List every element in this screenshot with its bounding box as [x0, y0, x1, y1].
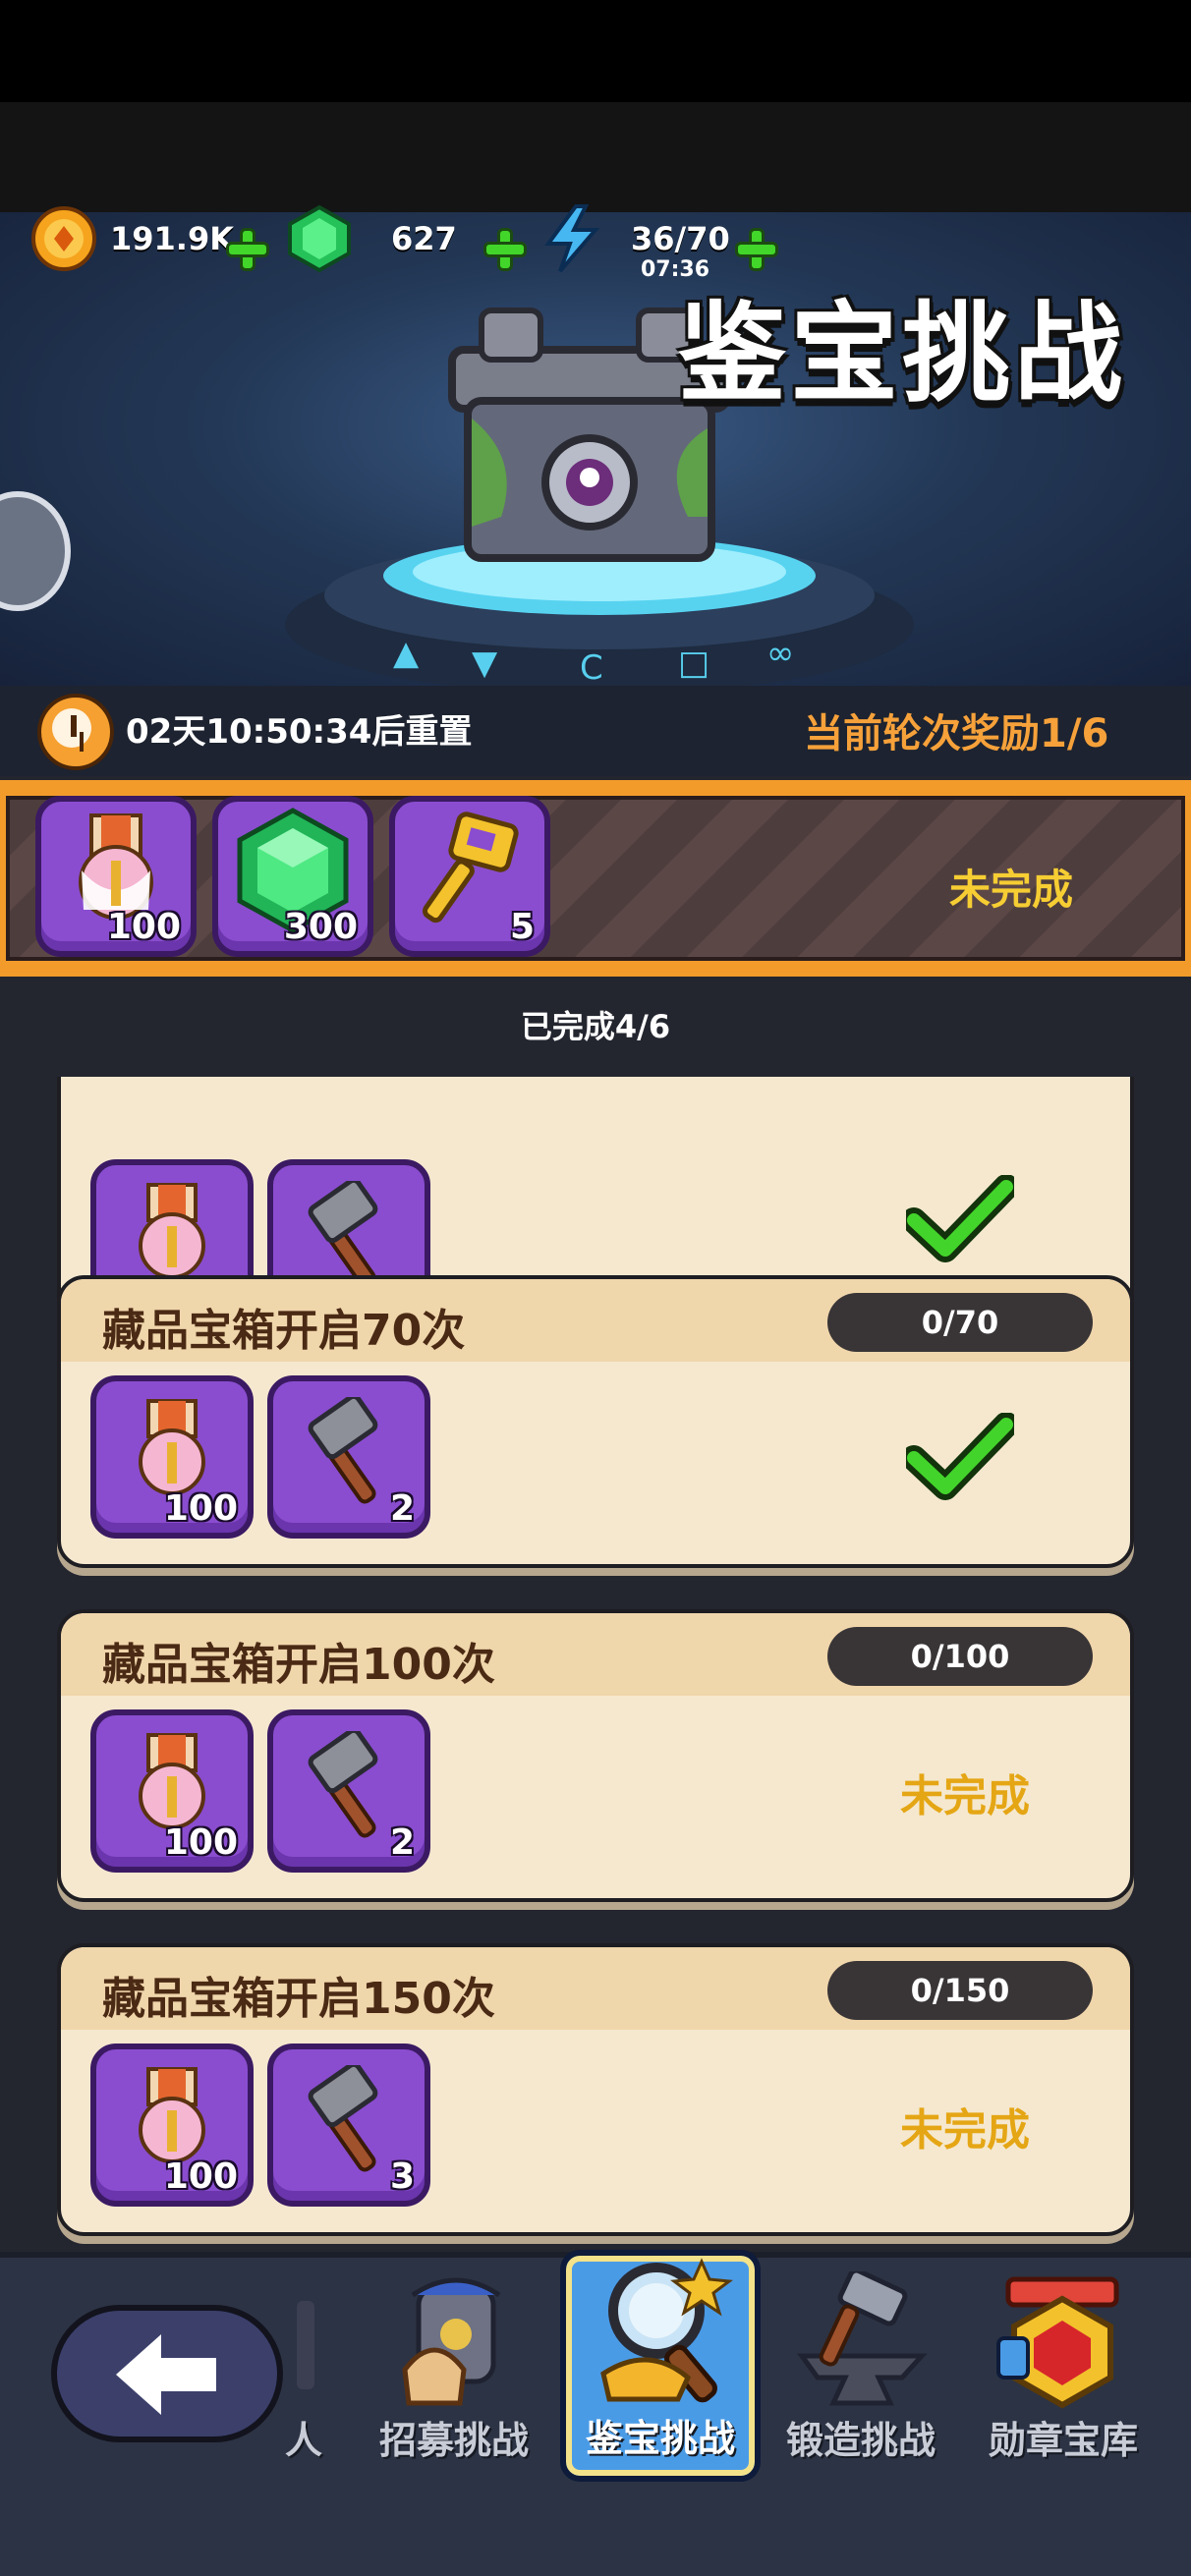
reward-qty: 100 [163, 1822, 238, 1863]
nav-tab-medal-vault[interactable]: 勋章宝库 [965, 2262, 1162, 2478]
status-bar [0, 0, 1191, 102]
side-scroll-button[interactable] [0, 491, 71, 611]
gold-amount: 191.9K [110, 220, 235, 257]
gem-counter[interactable]: 627 [287, 204, 457, 273]
reward-qty: 5 [509, 907, 535, 947]
quest-progress-pill: 0/150 [827, 1961, 1093, 2020]
lightning-energy-icon [544, 204, 600, 273]
svg-text:C: C [580, 648, 603, 686]
nav-tab-forge[interactable]: 锻造挑战 [763, 2262, 959, 2478]
quest-progress-pill: 0/70 [827, 1293, 1093, 1352]
round-status: 未完成 [949, 866, 1074, 914]
nav-label: 锻造挑战 [785, 2419, 936, 2462]
energy-amount: 36/70 [631, 220, 730, 257]
quest-status: 未完成 [900, 2105, 1030, 2156]
back-arrow-icon [116, 2334, 216, 2415]
quest-card: 藏品宝箱开启100次 0/100 100 2 未完成 [57, 1609, 1134, 1902]
add-gold-button[interactable] [224, 226, 271, 273]
nav-item-partial[interactable]: 人 [246, 2262, 324, 2478]
quest-title: 藏品宝箱开启100次 [102, 1640, 495, 1690]
checkmark-icon [906, 1175, 1014, 1262]
anvil-hammer-icon [797, 2271, 928, 2406]
gold-counter[interactable]: 191.9K [29, 204, 234, 273]
reward-qty: 100 [106, 907, 181, 947]
quest-card: 藏品宝箱开启150次 0/150 100 3 未完成 [57, 1943, 1134, 2236]
svg-text:▲: ▲ [393, 634, 420, 673]
hammer-icon [308, 1730, 378, 1838]
emerald-gem-icon [288, 204, 351, 273]
reward-tile-medal[interactable]: 100 [35, 796, 197, 957]
completed-progress: 已完成4/6 [520, 1008, 671, 1045]
reward-tile-gem[interactable]: 300 [212, 796, 373, 957]
hammer-icon [308, 1180, 378, 1288]
partial-nav-icon [297, 2301, 314, 2389]
header-strip [0, 102, 1191, 212]
magnifier-icon [600, 2258, 733, 2403]
reward-tile-key[interactable]: 5 [389, 796, 550, 957]
reward-tile-hammer: 2 [267, 1375, 430, 1539]
quest-card: 藏品宝箱开启70次 0/70 100 2 [57, 1275, 1134, 1568]
medal-vault-icon [996, 2276, 1119, 2409]
hammer-icon [308, 1396, 378, 1504]
reward-tile-hammer: 2 [267, 1709, 430, 1873]
quest-title: 藏品宝箱开启70次 [102, 1306, 466, 1356]
recruit-icon [402, 2277, 501, 2406]
quest-progress-pill: 0/100 [827, 1627, 1093, 1686]
svg-text:□: □ [678, 644, 709, 683]
add-gem-button[interactable] [482, 226, 529, 273]
round-reward-label: 当前轮次奖励1/6 [804, 711, 1109, 756]
svg-text:∞: ∞ [766, 634, 794, 673]
quest-status: 未完成 [900, 1771, 1030, 1821]
reward-tile-medal: 100 [90, 1375, 254, 1539]
nav-label: 勋章宝库 [988, 2419, 1138, 2462]
hammer-icon [308, 2064, 378, 2172]
nav-tab-appraisal[interactable]: 鉴宝挑战 [560, 2250, 761, 2482]
reward-qty: 100 [163, 1488, 238, 1529]
reward-tile-medal: 100 [90, 1709, 254, 1873]
nav-label: 鉴宝挑战 [585, 2417, 735, 2460]
checkmark-icon [906, 1413, 1014, 1500]
clock-icon [37, 694, 114, 770]
reward-tile-hammer: 3 [267, 2044, 430, 2207]
quest-list[interactable]: 50 2 藏品宝箱开启70次 0/70 [0, 1077, 1191, 2252]
svg-text:▼: ▼ [472, 644, 498, 683]
reset-countdown: 02天10:50:34后重置 [126, 712, 473, 752]
page-title: 鉴宝挑战 [678, 291, 1126, 417]
nav-label: 人 [285, 2419, 323, 2462]
nav-tab-recruit[interactable]: 招募挑战 [356, 2262, 552, 2478]
gold-coin-icon [31, 206, 96, 271]
nav-label: 招募挑战 [378, 2419, 529, 2462]
quest-title: 藏品宝箱开启150次 [102, 1974, 495, 2024]
reward-qty: 2 [389, 1822, 415, 1863]
reward-qty: 300 [283, 907, 358, 947]
reward-qty: 100 [163, 2156, 238, 2197]
gem-amount: 627 [391, 220, 457, 257]
reward-qty: 3 [389, 2156, 415, 2197]
reward-qty: 2 [389, 1488, 415, 1529]
reward-tile-medal: 100 [90, 2044, 254, 2207]
